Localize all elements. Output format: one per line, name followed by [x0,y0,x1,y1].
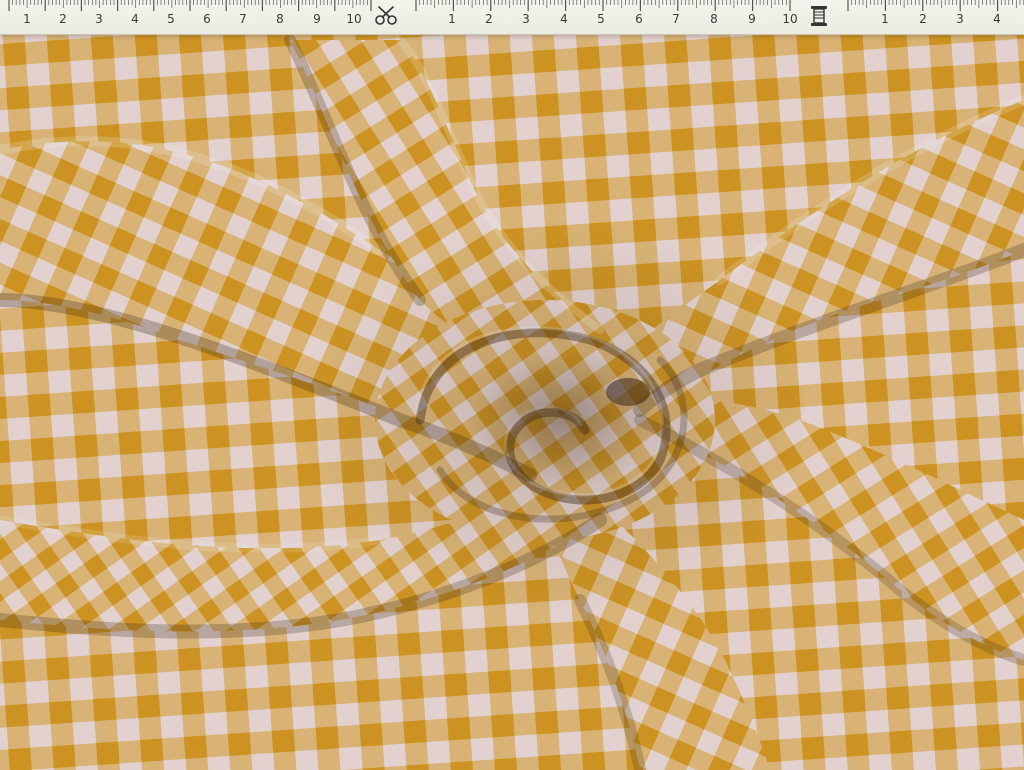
ruler-number: 9 [313,12,321,26]
ruler-number: 7 [672,12,680,26]
ruler-number: 6 [635,12,643,26]
ruler-number: 10 [782,12,798,26]
ruler-number: 1 [23,12,31,26]
ruler-number: 4 [131,12,139,26]
ruler-number: 5 [167,12,175,26]
ruler-ticks [8,0,1024,11]
ruler-number: 4 [993,12,1001,26]
ruler-number: 5 [597,12,605,26]
ruler-number: 3 [95,12,103,26]
ruler-number: 7 [239,12,247,26]
ruler-number: 2 [485,12,493,26]
fabric-photo: 1 2 3 4 5 6 7 8 9 10 1 2 3 4 5 6 7 8 9 1… [0,0,1024,770]
ruler-number: 8 [276,12,284,26]
ruler-number: 1 [881,12,889,26]
ruler-number: 2 [919,12,927,26]
ruler-number: 1 [448,12,456,26]
ruler-number: 9 [748,12,756,26]
measuring-tape: 1 2 3 4 5 6 7 8 9 10 1 2 3 4 5 6 7 8 9 1… [0,0,1024,35]
ruler-number: 4 [560,12,568,26]
gingham-fabric [0,0,1024,770]
scissors-icon [375,6,397,25]
ruler-number: 6 [203,12,211,26]
ruler-number: 3 [956,12,964,26]
ruler-number: 8 [710,12,718,26]
thread-spool-icon [811,6,827,26]
ruler-number: 3 [522,12,530,26]
ruler-number: 10 [346,12,362,26]
ruler-number: 2 [59,12,67,26]
